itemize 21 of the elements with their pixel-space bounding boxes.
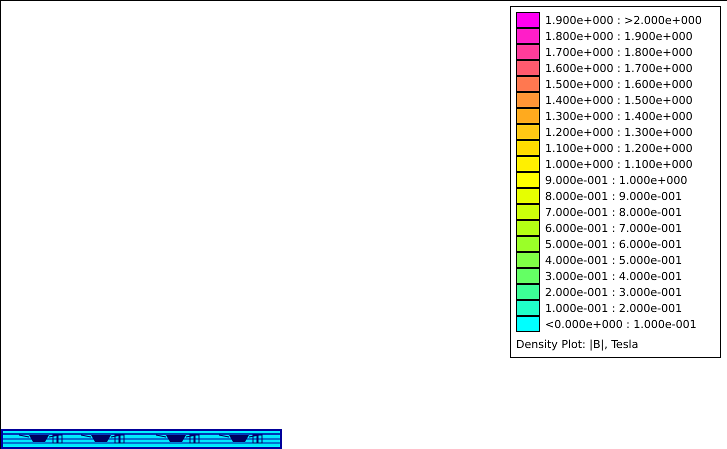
legend-label: 1.800e+000 : 1.900e+000 [545, 30, 693, 42]
legend-label: 5.000e-001 : 6.000e-001 [545, 238, 682, 250]
legend-label: 1.100e+000 : 1.200e+000 [545, 142, 693, 154]
legend-label: 8.000e-001 : 9.000e-001 [545, 190, 682, 202]
legend-label: 4.000e-001 : 5.000e-001 [545, 254, 682, 266]
legend-label: 1.900e+000 : >2.000e+000 [545, 14, 702, 26]
legend-label: 1.200e+000 : 1.300e+000 [545, 126, 693, 138]
legend-label: 1.400e+000 : 1.500e+000 [545, 94, 693, 106]
legend-label: 1.300e+000 : 1.400e+000 [545, 110, 693, 122]
legend-label: 9.000e-001 : 1.000e+000 [545, 174, 688, 186]
legend-label: 1.600e+000 : 1.700e+000 [545, 62, 693, 74]
legend-label: 2.000e-001 : 3.000e-001 [545, 286, 682, 298]
legend-label: 1.000e+000 : 1.100e+000 [545, 158, 693, 170]
legend-label: 1.500e+000 : 1.600e+000 [545, 78, 693, 90]
legend-label: <0.000e+000 : 1.000e-001 [545, 318, 697, 330]
legend-label: 3.000e-001 : 4.000e-001 [545, 270, 682, 282]
legend-label: 6.000e-001 : 7.000e-001 [545, 222, 682, 234]
legend-label: 1.700e+000 : 1.800e+000 [545, 46, 693, 58]
legend-caption: Density Plot: |B|, Tesla [516, 338, 640, 351]
legend-label: 7.000e-001 : 8.000e-001 [545, 206, 682, 218]
legend-label: 1.000e-001 : 2.000e-001 [545, 302, 682, 314]
